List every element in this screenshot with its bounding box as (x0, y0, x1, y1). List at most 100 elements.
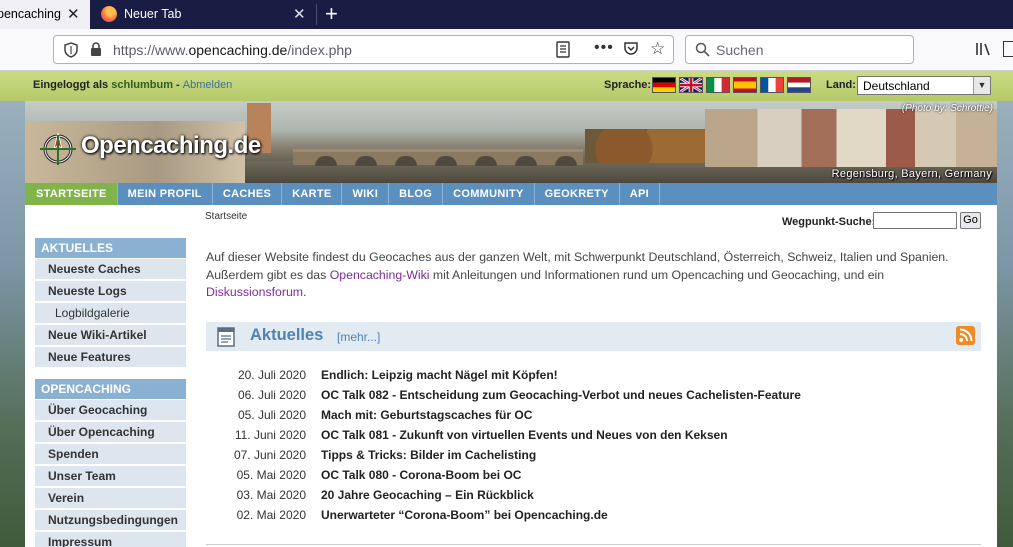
news-link[interactable]: OC Talk 081 - Zukunft von virtuellen Eve… (321, 428, 728, 442)
username-link[interactable]: schlumbum (111, 79, 173, 91)
country-selected-value: Deutschland (863, 79, 930, 93)
sidebar-heading-opencaching: OPENCACHING (35, 379, 186, 399)
sidebar-item-neueste-caches[interactable]: Neueste Caches (35, 259, 186, 280)
sidebar-item-ueber-geocaching[interactable]: Über Geocaching (35, 400, 186, 421)
flag-de-icon[interactable] (652, 77, 676, 93)
news-date: 05. Mai 2020 (236, 468, 306, 482)
menu-startseite[interactable]: STARTSEITE (25, 183, 118, 205)
close-tab-icon[interactable]: ✕ (67, 5, 80, 23)
flag-gb-icon[interactable] (679, 77, 703, 93)
reader-view-icon[interactable] (556, 41, 570, 58)
navigation-toolbar: https://www.opencaching.de/index.php •••… (0, 29, 1013, 71)
news-link[interactable]: Endlich: Leipzig macht Nägel mit Köpfen! (321, 368, 558, 382)
menu-karte[interactable]: KARTE (282, 183, 343, 205)
sidebar-item-neueste-logs[interactable]: Neueste Logs (35, 281, 186, 302)
photo-location: Regensburg, Bayern, Germany (831, 168, 992, 180)
sidebar-item-verein[interactable]: Verein (35, 488, 186, 509)
waypoint-search-input[interactable] (873, 212, 957, 229)
sidebar-item-logbildgalerie[interactable]: Logbildgalerie (35, 303, 186, 324)
url-prefix: https://www. (113, 42, 189, 58)
menu-blog[interactable]: BLOG (389, 183, 444, 205)
tab-new-tab[interactable]: Neuer Tab ✕ (91, 0, 316, 29)
news-date: 02. Mai 2020 (236, 508, 306, 522)
url-domain: opencaching.de (188, 42, 288, 58)
search-placeholder: Suchen (716, 42, 764, 58)
content-divider (206, 544, 981, 545)
wiki-link[interactable]: Opencaching-Wiki (330, 268, 430, 282)
sidebar-item-nutzungsbedingungen[interactable]: Nutzungsbedingungen (35, 510, 186, 531)
tab-opencaching[interactable]: pencaching ✕ (0, 0, 90, 29)
news-link[interactable]: Mach mit: Geburtstagscaches für OC (321, 408, 532, 422)
news-link[interactable]: OC Talk 080 - Corona-Boom bei OC (321, 468, 521, 482)
waypoint-search-label: Wegpunkt-Suche: (782, 216, 876, 228)
flag-fr-icon[interactable] (760, 77, 784, 93)
close-tab-icon[interactable]: ✕ (293, 5, 306, 23)
news-link[interactable]: Unerwarteter “Corona-Boom” bei Opencachi… (321, 508, 608, 522)
news-date: 20. Juli 2020 (237, 368, 306, 382)
flag-es-icon[interactable] (733, 77, 757, 93)
search-box[interactable]: Suchen (685, 35, 914, 64)
sidebar-toggle-icon[interactable] (1003, 41, 1013, 57)
tab-title: Neuer Tab (124, 7, 182, 21)
waypoint-go-button[interactable]: Go (960, 212, 981, 229)
menu-wiki[interactable]: WIKI (342, 183, 390, 205)
menu-api[interactable]: API (620, 183, 661, 205)
tab-title: pencaching (0, 7, 61, 21)
sidebar-item-ueber-opencaching[interactable]: Über Opencaching (35, 422, 186, 443)
menu-geokrety[interactable]: GEOKRETY (535, 183, 620, 205)
banner-trees (585, 129, 715, 163)
firefox-icon (101, 6, 117, 22)
login-strip: Eingeloggt als schlumbum - Abmelden Spra… (0, 71, 1013, 101)
menu-community[interactable]: COMMUNITY (443, 183, 535, 205)
pocket-icon[interactable] (623, 41, 639, 56)
news-link[interactable]: Tipps & Tricks: Bilder im Cachelisting (321, 448, 536, 462)
lock-icon[interactable] (90, 42, 102, 57)
news-link[interactable]: OC Talk 082 - Entscheidung zum Geocachin… (321, 388, 801, 402)
sidebar-item-neue-wiki-artikel[interactable]: Neue Wiki-Artikel (35, 325, 186, 346)
url-bar[interactable]: https://www.opencaching.de/index.php •••… (53, 35, 674, 64)
logout-link[interactable]: Abmelden (183, 79, 233, 91)
menu-mein-profil[interactable]: MEIN PROFIL (118, 183, 213, 205)
news-date: 03. Mai 2020 (236, 488, 306, 502)
sidebar-item-impressum[interactable]: Impressum (35, 532, 186, 547)
forum-link[interactable]: Diskussionsforum (206, 285, 303, 299)
menu-caches[interactable]: CACHES (213, 183, 283, 205)
flag-nl-icon[interactable] (787, 77, 811, 93)
country-select[interactable]: Deutschland ▼ (857, 76, 991, 95)
page-actions-icon[interactable]: ••• (594, 39, 614, 57)
library-icon[interactable] (975, 42, 993, 56)
news-date: 06. Juli 2020 (237, 388, 306, 402)
sidebar-item-unser-team[interactable]: Unser Team (35, 466, 186, 487)
news-document-icon (217, 327, 235, 347)
intro-part: mit Anleitungen und Informationen rund u… (429, 267, 885, 282)
new-tab-icon[interactable]: + (325, 1, 338, 27)
news-date: 05. Juli 2020 (237, 408, 306, 422)
news-date: 07. Juni 2020 (233, 448, 306, 462)
separator: - (172, 79, 183, 91)
logo-text: Opencaching.de (81, 132, 261, 159)
url-text[interactable]: https://www.opencaching.de/index.php (113, 42, 352, 58)
flag-it-icon[interactable] (706, 77, 730, 93)
tab-separator (316, 4, 317, 25)
login-status: Eingeloggt als schlumbum - Abmelden (33, 79, 232, 91)
news-date: 11. Juni 2020 (234, 428, 306, 442)
language-flags (652, 77, 811, 93)
sidebar-item-neue-features[interactable]: Neue Features (35, 347, 186, 368)
country-label: Land: (826, 79, 856, 91)
sidebar-item-spenden[interactable]: Spenden (35, 444, 186, 465)
bookmark-star-icon[interactable]: ☆ (650, 39, 665, 59)
breadcrumb[interactable]: Startseite (205, 211, 247, 222)
site-logo[interactable]: Opencaching.de (37, 125, 261, 167)
news-link[interactable]: 20 Jahre Geocaching – Ein Rückblick (321, 488, 534, 502)
rss-icon[interactable] (956, 326, 975, 345)
opencaching-logo-icon (40, 132, 76, 165)
chevron-down-icon: ▼ (973, 77, 990, 94)
sidebar-heading-aktuelles: AKTUELLES (35, 238, 186, 258)
sidebar: AKTUELLES Neueste Caches Neueste Logs Lo… (25, 205, 186, 547)
url-path: /index.php (287, 42, 352, 58)
news-header: Aktuelles [mehr...] (206, 322, 981, 351)
news-more-link[interactable]: [mehr...] (337, 330, 380, 344)
shield-icon[interactable] (64, 42, 78, 58)
login-label: Eingeloggt als (33, 79, 109, 91)
news-title[interactable]: Aktuelles (250, 326, 323, 345)
